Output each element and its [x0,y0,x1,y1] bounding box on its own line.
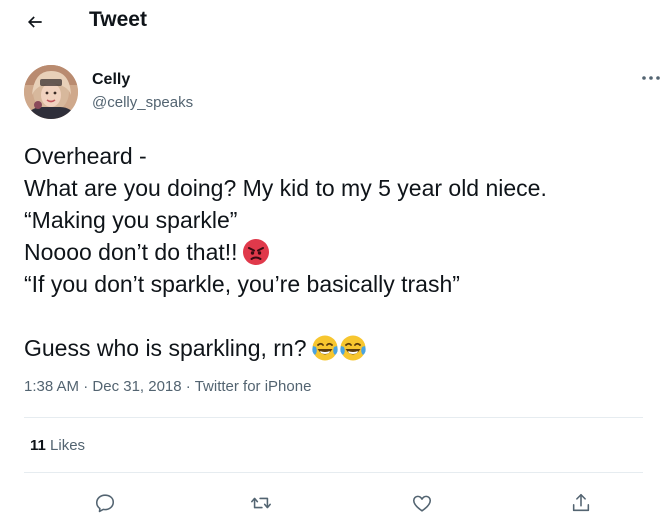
divider [24,417,643,418]
likes-stat[interactable]: 11 Likes [30,437,85,454]
like-button[interactable] [407,488,437,518]
reply-icon [95,494,115,513]
reply-button[interactable] [90,488,120,518]
avatar[interactable] [24,65,78,119]
tears-of-joy-emoji [339,335,366,361]
more-dots-icon [642,76,660,80]
more-options-button[interactable] [638,68,664,88]
tweet-line: “Making you sparkle” [24,207,238,233]
page-title: Tweet [89,8,147,31]
tweet-meta: 1:38 AM · Dec 31, 2018 · Twitter for iPh… [24,378,311,395]
retweet-icon [251,497,271,509]
tweet-line-with-emoji: Guess who is sparkling, rn? [24,332,644,364]
back-button[interactable] [24,11,46,33]
tweet-date[interactable]: Dec 31, 2018 [92,378,181,395]
tweet-line-text: Guess who is sparkling, rn? [24,335,307,361]
likes-label: Likes [50,437,86,454]
tears-of-joy-emoji [311,335,338,361]
tweet-time[interactable]: 1:38 AM [24,378,79,395]
angry-face-emoji [242,239,269,265]
meta-separator: · [181,378,195,395]
author-name[interactable]: Celly [92,71,130,89]
author-handle[interactable]: @celly_speaks [92,94,193,111]
arrow-left-icon [27,16,42,28]
tweet-line: “If you don’t sparkle, you’re basically … [24,271,460,297]
like-icon [412,495,432,512]
line-spacer [24,300,644,332]
avatar-image [24,65,78,119]
share-icon [572,493,590,512]
page-header: Tweet [0,0,667,44]
tweet-text: Overheard - What are you doing? My kid t… [24,140,644,364]
tweet-source[interactable]: Twitter for iPhone [195,378,312,395]
tweet-line-text: Noooo don’t do that!! [24,239,238,265]
tweet-page: Tweet Celly @celly_speaks Overheard - Wh… [0,0,667,528]
divider [24,472,643,473]
tweet-line: Overheard - [24,143,147,169]
share-button[interactable] [566,488,596,518]
tweet-line: What are you doing? My kid to my 5 year … [24,175,547,201]
likes-count: 11 [30,437,46,454]
retweet-button[interactable] [246,488,276,518]
meta-separator: · [79,378,93,395]
tweet-line-with-emoji: Noooo don’t do that!! [24,236,644,268]
